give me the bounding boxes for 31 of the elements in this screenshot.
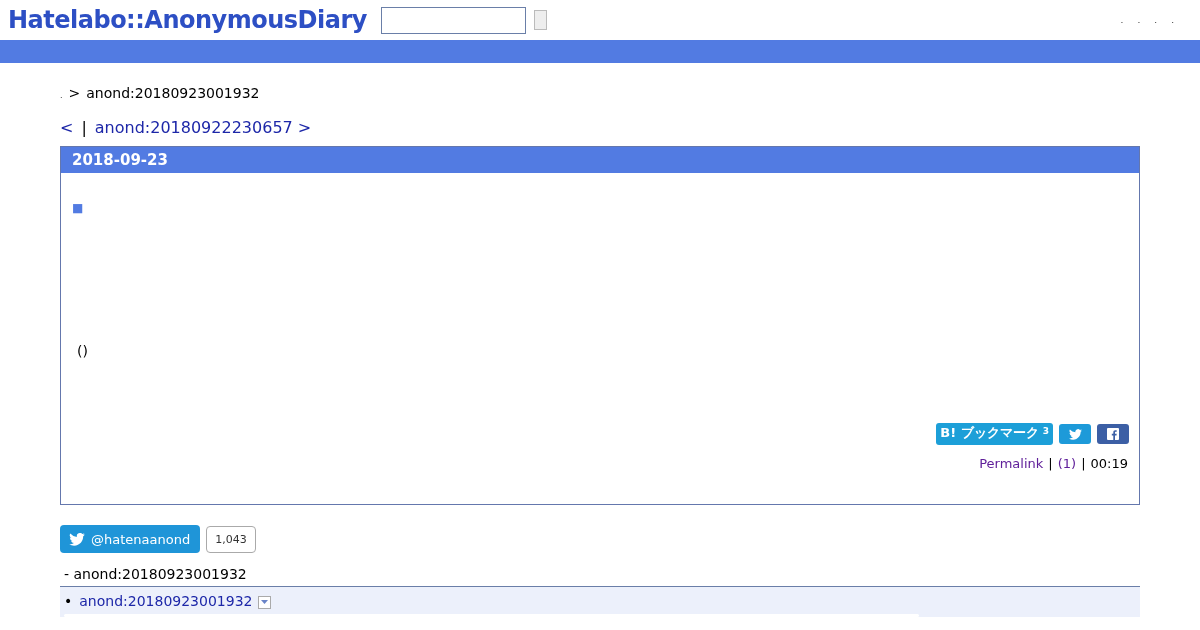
header-link[interactable]: . [1171, 15, 1174, 25]
entry-time: 00:19 [1090, 456, 1128, 471]
search-button[interactable] [533, 10, 547, 30]
site-logo[interactable]: Hatelabo::AnonymousDiary [8, 6, 367, 34]
breadcrumb-current: anond:20180923001932 [86, 85, 260, 101]
header-link[interactable]: . [1137, 15, 1141, 25]
home-link[interactable]: . [60, 91, 63, 100]
reference-link[interactable]: anond:20180923001932 [79, 593, 253, 609]
bird-icon [69, 532, 85, 546]
facebook-icon [1107, 428, 1119, 440]
bird-icon [1068, 428, 1082, 440]
caret-icon [261, 600, 269, 604]
permalink[interactable]: Permalink [979, 456, 1044, 471]
previous-link[interactable]: < [60, 118, 74, 137]
list-bullet: • [64, 593, 73, 609]
header-link[interactable]: . [1154, 15, 1158, 25]
footer-separator: | [1081, 456, 1086, 471]
next-link[interactable]: anond:20180922230657 > [94, 118, 312, 137]
tweet-button[interactable] [1059, 424, 1091, 444]
dropdown-toggle[interactable] [258, 595, 272, 609]
follower-count: 1,043 [206, 525, 256, 553]
search-field[interactable] [380, 6, 526, 34]
pager-separator: | [81, 118, 87, 137]
facebook-share-button[interactable] [1097, 424, 1129, 444]
breadcrumb-separator: > [68, 85, 81, 101]
comments-link[interactable]: (1) [1057, 456, 1077, 471]
section-link[interactable]: ■ [72, 201, 86, 215]
entry-date-link[interactable]: 2018-09-23 [72, 151, 168, 169]
entry-body: () [77, 343, 89, 359]
footer-separator: | [1048, 456, 1053, 471]
header-link[interactable]: . [1120, 15, 1124, 25]
